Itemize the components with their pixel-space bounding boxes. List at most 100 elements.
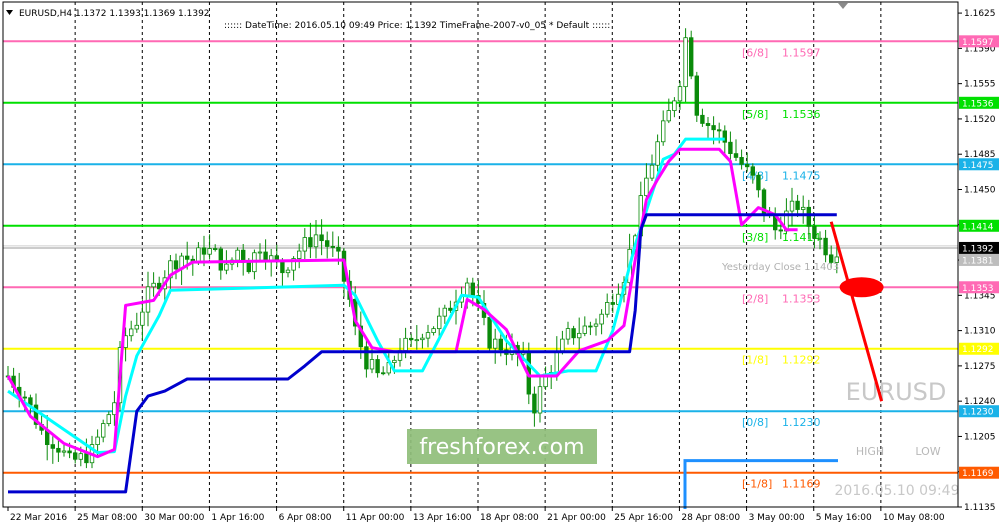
time-label: 10 May 08:00 (883, 513, 945, 523)
candle-body (823, 237, 828, 256)
candle-body (73, 452, 78, 460)
candle-body (571, 328, 576, 339)
candle-body (56, 447, 61, 453)
level-value: 1.1536 (782, 108, 821, 121)
price-label: 1.1310 (964, 327, 996, 337)
candle-body (610, 302, 615, 305)
candle-body (745, 163, 750, 168)
candle-body (324, 240, 330, 247)
price-label: 1.1450 (964, 185, 996, 195)
time-label: 13 Apr 16:00 (413, 513, 472, 523)
candle-body (302, 237, 307, 252)
level-label: [6/8] (742, 46, 768, 59)
time-label: 28 Apr 08:00 (681, 513, 740, 523)
candle-body (78, 453, 83, 460)
candle-body (817, 237, 823, 240)
candle-body (336, 246, 341, 252)
candle-body (224, 263, 229, 271)
candle-body (599, 313, 604, 325)
candle-body (672, 100, 677, 111)
candle-body (644, 177, 649, 197)
candle-body (588, 325, 593, 328)
candle-body (554, 350, 559, 373)
level-price-text: 1.1597 (962, 38, 994, 48)
candle-body (717, 129, 722, 132)
level-price-text: 1.1353 (962, 284, 994, 294)
candle-body (145, 286, 151, 313)
candle-body (448, 307, 453, 311)
candle-body (537, 386, 543, 414)
candle-body (420, 337, 425, 341)
candle-body (700, 114, 705, 124)
candle-body (207, 248, 212, 255)
level-label: [0/8] (742, 416, 768, 429)
chart-menu-arrow-icon[interactable] (6, 10, 13, 15)
level-value: 1.1292 (782, 354, 821, 367)
candle-body (61, 450, 67, 453)
level-value: 1.1230 (782, 416, 821, 429)
price-label: 1.1520 (964, 115, 996, 125)
candle-body (196, 247, 201, 264)
symbol-watermark: EURUSD (846, 378, 947, 406)
timestamp-watermark: 2016.05.10 09:49 (835, 483, 960, 499)
candle-body (134, 324, 139, 330)
red-ellipse-marker (839, 277, 884, 298)
level-label: [2/8] (742, 292, 768, 305)
scroll-marker-icon[interactable] (838, 3, 848, 9)
level-label: [4/8] (742, 169, 768, 182)
candle-body (565, 328, 571, 340)
candle-body (677, 86, 683, 102)
time-label: 1 Apr 16:00 (211, 513, 264, 523)
candle-body (666, 110, 671, 122)
candle-body (140, 311, 145, 326)
candle-body (487, 317, 492, 349)
level-value: 1.1597 (782, 46, 821, 59)
level-price-text: 1.1536 (962, 99, 994, 109)
candle-body (212, 248, 218, 250)
time-label: 25 Mar 08:00 (77, 513, 137, 523)
level-label: [5/8] (742, 108, 768, 121)
candle-body (655, 141, 660, 166)
candle-body (408, 337, 414, 341)
candle-body (201, 247, 207, 255)
level-price-text: 1.1414 (962, 222, 994, 232)
level-price-text: 1.1169 (962, 469, 994, 479)
candle-body (795, 200, 800, 210)
time-label: 11 Apr 00:00 (346, 513, 405, 523)
watermarks: freshforex.com EURUSD 2016.05.10 09:49 H… (407, 378, 959, 499)
candle-body (778, 229, 783, 232)
candle-body (285, 269, 291, 274)
level-value: 1.1475 (782, 169, 821, 182)
time-label: 3 May 00:00 (749, 513, 805, 523)
candle-body (739, 157, 744, 165)
candle-body (593, 323, 599, 327)
time-label: 18 Apr 08:00 (480, 513, 539, 523)
candle-body (257, 251, 263, 254)
time-label: 21 Apr 00:00 (547, 513, 606, 523)
candle-body (128, 328, 134, 337)
candle-body (369, 359, 375, 370)
price-label: 1.1135 (964, 503, 996, 513)
candle-body (380, 372, 386, 375)
current-price-text: 1.1392 (962, 244, 994, 254)
candle-body (801, 206, 806, 210)
candle-body (246, 262, 251, 273)
candle-body (750, 166, 755, 176)
candle-body (364, 346, 369, 370)
candle-body (582, 325, 587, 334)
low-label: LOW (915, 445, 940, 458)
brand-watermark: freshforex.com (419, 435, 584, 460)
level-value: 1.1353 (782, 292, 821, 305)
candle-body (532, 393, 537, 414)
candle-body (806, 206, 811, 227)
time-label: 5 May 16:00 (816, 513, 872, 523)
candle-body (112, 402, 117, 416)
candle-body (313, 234, 319, 248)
candle-body (106, 414, 111, 424)
candle-body (403, 337, 408, 351)
candle-body (431, 328, 436, 334)
eurusd-h4-chart: [6/8] 1.1597 [5/8] 1.1536 [4/8] 1.1475 [3/8] 1.… (0, 0, 1001, 529)
candle-body (789, 200, 795, 212)
candle-body (812, 225, 817, 239)
time-label: 30 Mar 00:00 (144, 513, 204, 523)
